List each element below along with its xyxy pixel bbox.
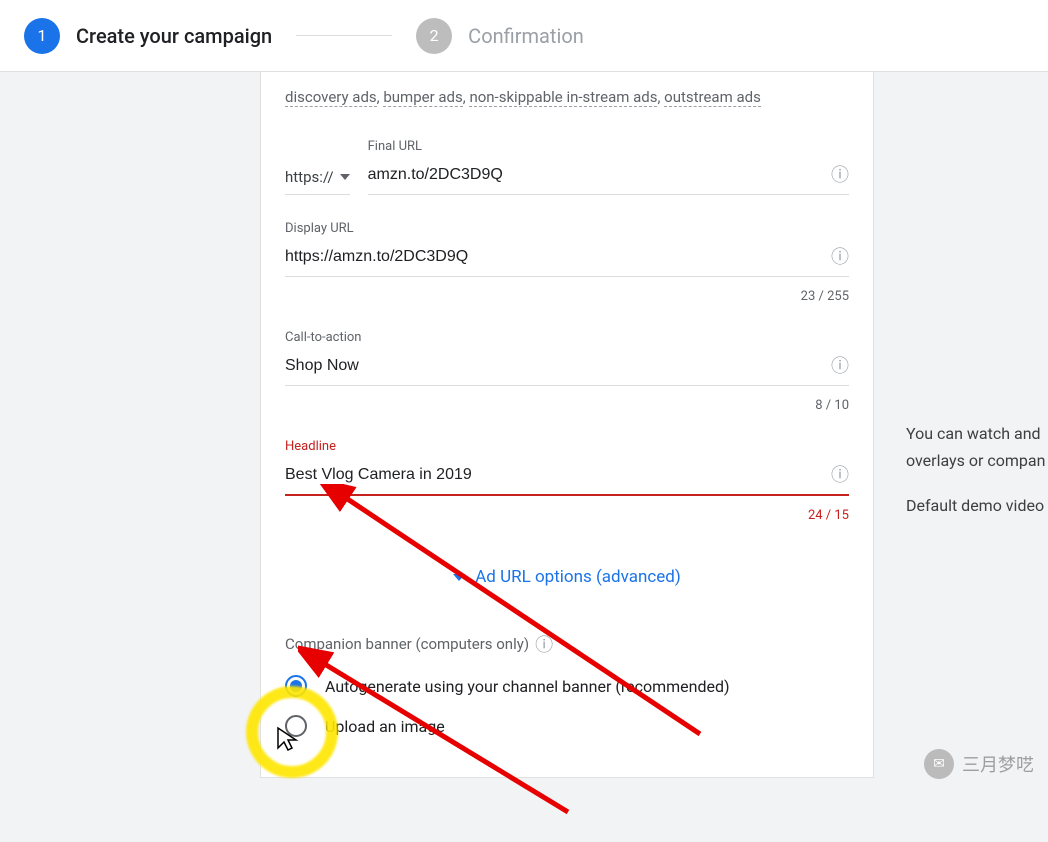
step-1[interactable]: 1 Create your campaign xyxy=(24,18,272,54)
cta-input[interactable] xyxy=(285,351,831,385)
display-url-label: Display URL xyxy=(285,221,849,236)
ad-form-card: discovery ads, bumper ads, non-skippable… xyxy=(260,72,874,778)
step-2[interactable]: 2 Confirmation xyxy=(416,18,584,54)
stepper-header: 1 Create your campaign 2 Confirmation xyxy=(0,0,1048,72)
headline-label: Headline xyxy=(285,439,849,454)
wechat-icon: ✉ xyxy=(924,749,954,779)
step-1-label: Create your campaign xyxy=(76,24,272,48)
ad-type-discovery[interactable]: discovery ads xyxy=(285,88,377,107)
companion-option-upload[interactable]: Upload an image xyxy=(285,715,849,737)
final-url-label: Final URL xyxy=(368,139,849,154)
help-icon[interactable]: ⓘ xyxy=(831,161,849,193)
display-url-counter: 23 / 255 xyxy=(285,289,849,304)
radio-icon[interactable] xyxy=(285,675,307,697)
final-url-input[interactable] xyxy=(368,160,831,194)
ad-url-options-toggle[interactable]: Ad URL options (advanced) xyxy=(285,567,849,587)
step-divider xyxy=(296,35,392,36)
companion-option-upload-label: Upload an image xyxy=(325,717,445,736)
ad-type-nonskip[interactable]: non-skippable in-stream ads xyxy=(469,88,657,107)
companion-heading: Companion banner (computers only) ⓘ xyxy=(285,631,849,657)
cta-label: Call-to-action xyxy=(285,330,849,345)
companion-option-auto-label: Autogenerate using your channel banner (… xyxy=(325,677,730,696)
help-icon[interactable]: ⓘ xyxy=(831,352,849,384)
cta-counter: 8 / 10 xyxy=(285,398,849,413)
headline-counter: 24 / 15 xyxy=(285,508,849,523)
side-hint: You can watch and overlays or compan Def… xyxy=(906,420,1045,520)
display-url-input[interactable] xyxy=(285,242,831,276)
radio-icon[interactable] xyxy=(285,715,307,737)
step-2-circle: 2 xyxy=(416,18,452,54)
help-icon[interactable]: ⓘ xyxy=(831,461,849,493)
chevron-down-icon xyxy=(453,574,465,581)
step-2-label: Confirmation xyxy=(468,24,584,48)
ad-url-options-label: Ad URL options (advanced) xyxy=(475,567,681,587)
protocol-value: https:// xyxy=(285,168,334,186)
watermark: ✉ 三月梦呓 xyxy=(924,749,1034,779)
headline-input[interactable] xyxy=(285,460,831,494)
ad-type-bumper[interactable]: bumper ads xyxy=(383,88,462,107)
chevron-down-icon xyxy=(340,174,350,180)
ad-types-row: discovery ads, bumper ads, non-skippable… xyxy=(285,84,849,111)
help-icon[interactable]: ⓘ xyxy=(535,631,553,657)
help-icon[interactable]: ⓘ xyxy=(831,243,849,275)
step-1-circle: 1 xyxy=(24,18,60,54)
ad-type-outstream[interactable]: outstream ads xyxy=(664,88,761,107)
companion-option-auto[interactable]: Autogenerate using your channel banner (… xyxy=(285,675,849,697)
protocol-dropdown[interactable]: https:// xyxy=(285,168,350,195)
